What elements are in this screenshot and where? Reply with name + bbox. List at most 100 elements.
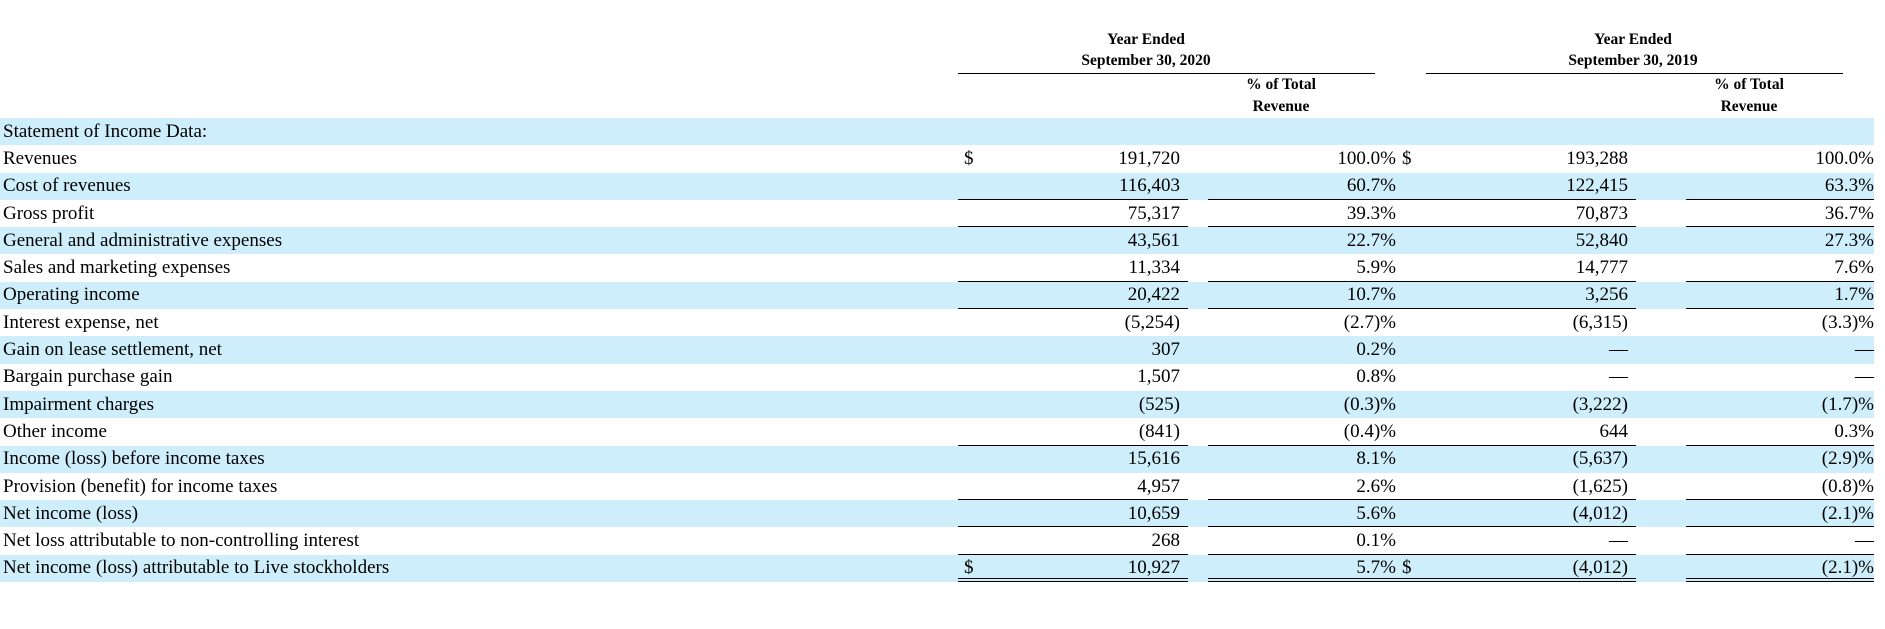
row-label: Bargain purchase gain (3, 366, 173, 388)
header-2020-pct-of-total: % of Total (1246, 76, 1316, 93)
value-2020: 268 (1151, 530, 1181, 552)
row-label: Sales and marketing expenses (3, 257, 231, 279)
row-label: Operating income (3, 284, 140, 306)
header-2020-year-ended: Year Ended (1107, 31, 1185, 48)
value-2020: 4,957 (1137, 475, 1180, 497)
value-2019: — (1609, 339, 1628, 361)
value-2019: (4,012) (1572, 502, 1628, 524)
row-label: Income (loss) before income taxes (3, 448, 265, 470)
percent-2020: (0.3)% (1343, 393, 1396, 415)
table-row-noncontrolling-interest: Net loss attributable to non-controlling… (0, 527, 1874, 555)
header-2019-revenue: Revenue (1720, 98, 1778, 115)
header-2019-pct-of-total: % of Total (1714, 76, 1784, 93)
percent-2020: 0.1% (1356, 530, 1396, 552)
table-row-gain-on-lease-settlement: Gain on lease settlement, net 307 0.2% — — (0, 336, 1874, 364)
table-row-operating-income: Operating income 20,422 10.7% 3,256 1.7% (0, 281, 1874, 310)
percent-2019: 27.3% (1824, 229, 1874, 251)
row-label: Other income (3, 420, 107, 442)
row-label: Net income (loss) attributable to Live s… (3, 557, 390, 579)
value-2019: — (1609, 530, 1628, 552)
income-statement-table: Statement of Income Data: Revenues $191,72… (0, 118, 1874, 583)
currency-2019: $ (1402, 147, 1412, 169)
value-2020: 15,616 (1127, 448, 1180, 470)
row-label: Provision (benefit) for income taxes (3, 475, 278, 497)
table-row-cost-of-revenues: Cost of revenues 116,403 60.7% 122,415 63.3% (0, 172, 1874, 200)
table-row-general-admin-expenses: General and administrative expenses 43,56… (0, 227, 1874, 255)
value-2020: 75,317 (1127, 202, 1180, 224)
percent-2019: — (1855, 530, 1874, 552)
table-row-impairment-charges: Impairment charges (525) (0.3)% (3,222) (1.7… (0, 390, 1874, 419)
percent-2020: 2.6% (1356, 475, 1396, 497)
table-row-section-heading: Statement of Income Data: (0, 118, 1874, 146)
percent-2020: 5.9% (1356, 257, 1396, 279)
percent-2019: — (1855, 366, 1874, 388)
percent-2019: (2.9)% (1821, 448, 1874, 470)
header-2020-revenue: Revenue (1252, 98, 1310, 115)
percent-2019: (1.7)% (1821, 393, 1874, 415)
percent-2020: (2.7)% (1343, 311, 1396, 333)
row-label: Net loss attributable to non-controlling… (3, 530, 360, 552)
percent-2020: 10.7% (1346, 284, 1396, 306)
percent-2019: 63.3% (1824, 175, 1874, 197)
table-row-net-income: Net income (loss) 10,659 5.6% (4,012) (2.1)% (0, 500, 1874, 528)
value-2020: 10,927 (1127, 557, 1180, 579)
value-2020: 10,659 (1127, 502, 1180, 524)
row-label: Impairment charges (3, 393, 155, 415)
header-2020-rule (958, 73, 1375, 74)
table-row-sales-marketing-expenses: Sales and marketing expenses 11,334 5.9% 14… (0, 254, 1874, 282)
row-label: Revenues (3, 147, 77, 169)
value-2020: (841) (1138, 420, 1180, 442)
currency-2020: $ (964, 557, 974, 579)
percent-2019: (2.1)% (1821, 502, 1874, 524)
percent-2020: 100.0% (1337, 147, 1396, 169)
header-2019-date: September 30, 2019 (1568, 52, 1698, 69)
percent-2020: 5.7% (1356, 557, 1396, 579)
value-2019: (5,637) (1572, 448, 1628, 470)
value-2020: (525) (1138, 393, 1180, 415)
value-2019: 52,840 (1575, 229, 1628, 251)
value-2019: 122,415 (1566, 175, 1628, 197)
percent-2020: 8.1% (1356, 448, 1396, 470)
percent-2020: 22.7% (1346, 229, 1396, 251)
table-row-income-before-taxes: Income (loss) before income taxes 15,616 8… (0, 445, 1874, 473)
table-row-bargain-purchase-gain: Bargain purchase gain 1,507 0.8% — — (0, 364, 1874, 391)
percent-2019: (3.3)% (1821, 311, 1874, 333)
header-2020-date: September 30, 2020 (1081, 52, 1211, 69)
value-2019: 70,873 (1575, 202, 1628, 224)
percent-2020: (0.4)% (1343, 420, 1396, 442)
percent-2019: 0.3% (1834, 420, 1874, 442)
percent-2019: 100.0% (1815, 147, 1874, 169)
percent-2019: 7.6% (1834, 257, 1874, 279)
row-label: Statement of Income Data: (3, 120, 208, 142)
value-2020: 20,422 (1127, 284, 1180, 306)
percent-2020: 5.6% (1356, 502, 1396, 524)
table-row-provision-for-taxes: Provision (benefit) for income taxes 4,95… (0, 473, 1874, 501)
row-label: Net income (loss) (3, 502, 139, 524)
currency-2020: $ (964, 147, 974, 169)
value-2019: (3,222) (1572, 393, 1628, 415)
percent-2020: 0.8% (1356, 366, 1396, 388)
table-row-interest-expense: Interest expense, net (5,254) (2.7)% (6,315… (0, 309, 1874, 336)
row-label: Cost of revenues (3, 175, 131, 197)
value-2020: 1,507 (1137, 366, 1180, 388)
row-label: Gross profit (3, 202, 95, 224)
value-2020: 116,403 (1118, 175, 1180, 197)
value-2020: (5,254) (1124, 311, 1180, 333)
value-2019: (4,012) (1572, 557, 1628, 579)
percent-2019: 36.7% (1824, 202, 1874, 224)
percent-2020: 60.7% (1346, 175, 1396, 197)
value-2019: — (1609, 366, 1628, 388)
percent-2019: — (1855, 339, 1874, 361)
row-label: Interest expense, net (3, 311, 159, 333)
table-row-gross-profit: Gross profit 75,317 39.3% 70,873 36.7% (0, 200, 1874, 228)
value-2019: (6,315) (1572, 311, 1628, 333)
value-2020: 43,561 (1127, 229, 1180, 251)
value-2020: 191,720 (1118, 147, 1180, 169)
percent-2019: (0.8)% (1821, 475, 1874, 497)
value-2019: 14,777 (1575, 257, 1628, 279)
value-2019: 3,256 (1585, 284, 1628, 306)
percent-2020: 0.2% (1356, 339, 1396, 361)
value-2020: 307 (1151, 339, 1181, 361)
percent-2019: (2.1)% (1821, 557, 1874, 579)
currency-2019: $ (1402, 557, 1412, 579)
